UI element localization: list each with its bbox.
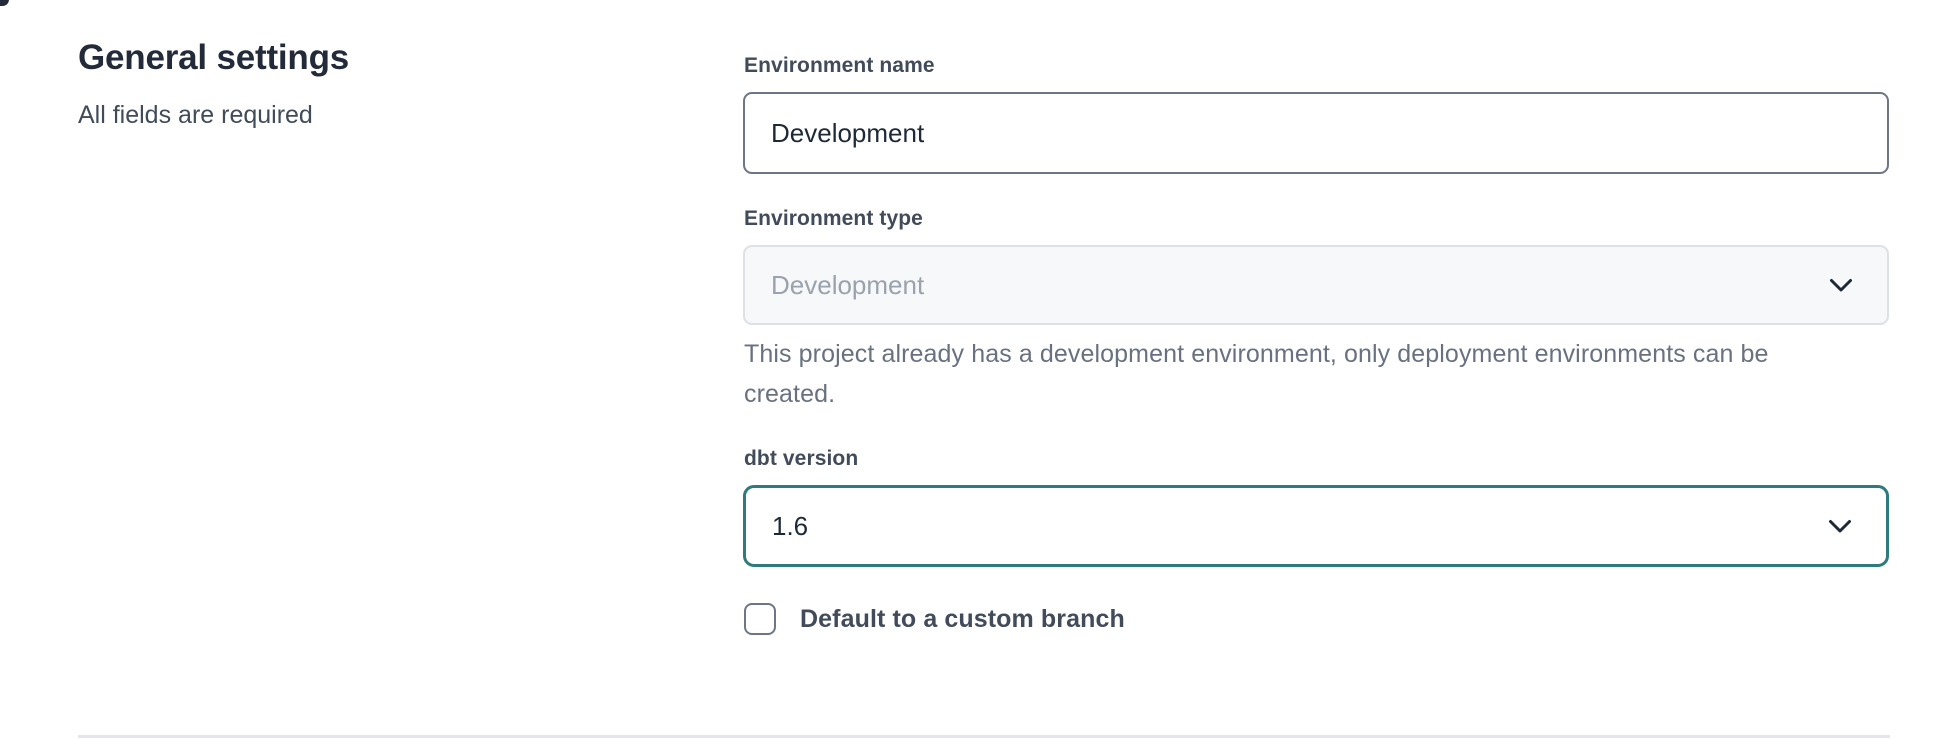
custom-branch-checkbox[interactable]	[744, 603, 776, 635]
dbt-version-value: 1.6	[772, 511, 808, 542]
environment-type-label: Environment type	[744, 205, 923, 232]
corner-fragment	[0, 0, 9, 6]
environment-type-select: Development	[743, 245, 1889, 325]
dbt-version-label: dbt version	[744, 445, 858, 472]
environment-name-input[interactable]	[743, 92, 1889, 174]
environment-name-label: Environment name	[744, 52, 935, 79]
dbt-version-select[interactable]: 1.6	[743, 485, 1889, 567]
page-title: General settings	[78, 36, 638, 80]
settings-form: Environment name Environment type Develo…	[743, 0, 1889, 740]
chevron-down-icon	[1829, 278, 1853, 293]
section-divider	[78, 735, 1890, 738]
custom-branch-field: Default to a custom branch	[744, 603, 1125, 635]
chevron-down-icon	[1828, 519, 1852, 534]
section-header: General settings All fields are required	[78, 36, 638, 130]
section-subtitle: All fields are required	[78, 100, 638, 130]
custom-branch-label[interactable]: Default to a custom branch	[800, 605, 1125, 634]
environment-type-helper-text: This project already has a development e…	[744, 334, 1844, 414]
environment-type-value: Development	[771, 270, 924, 301]
